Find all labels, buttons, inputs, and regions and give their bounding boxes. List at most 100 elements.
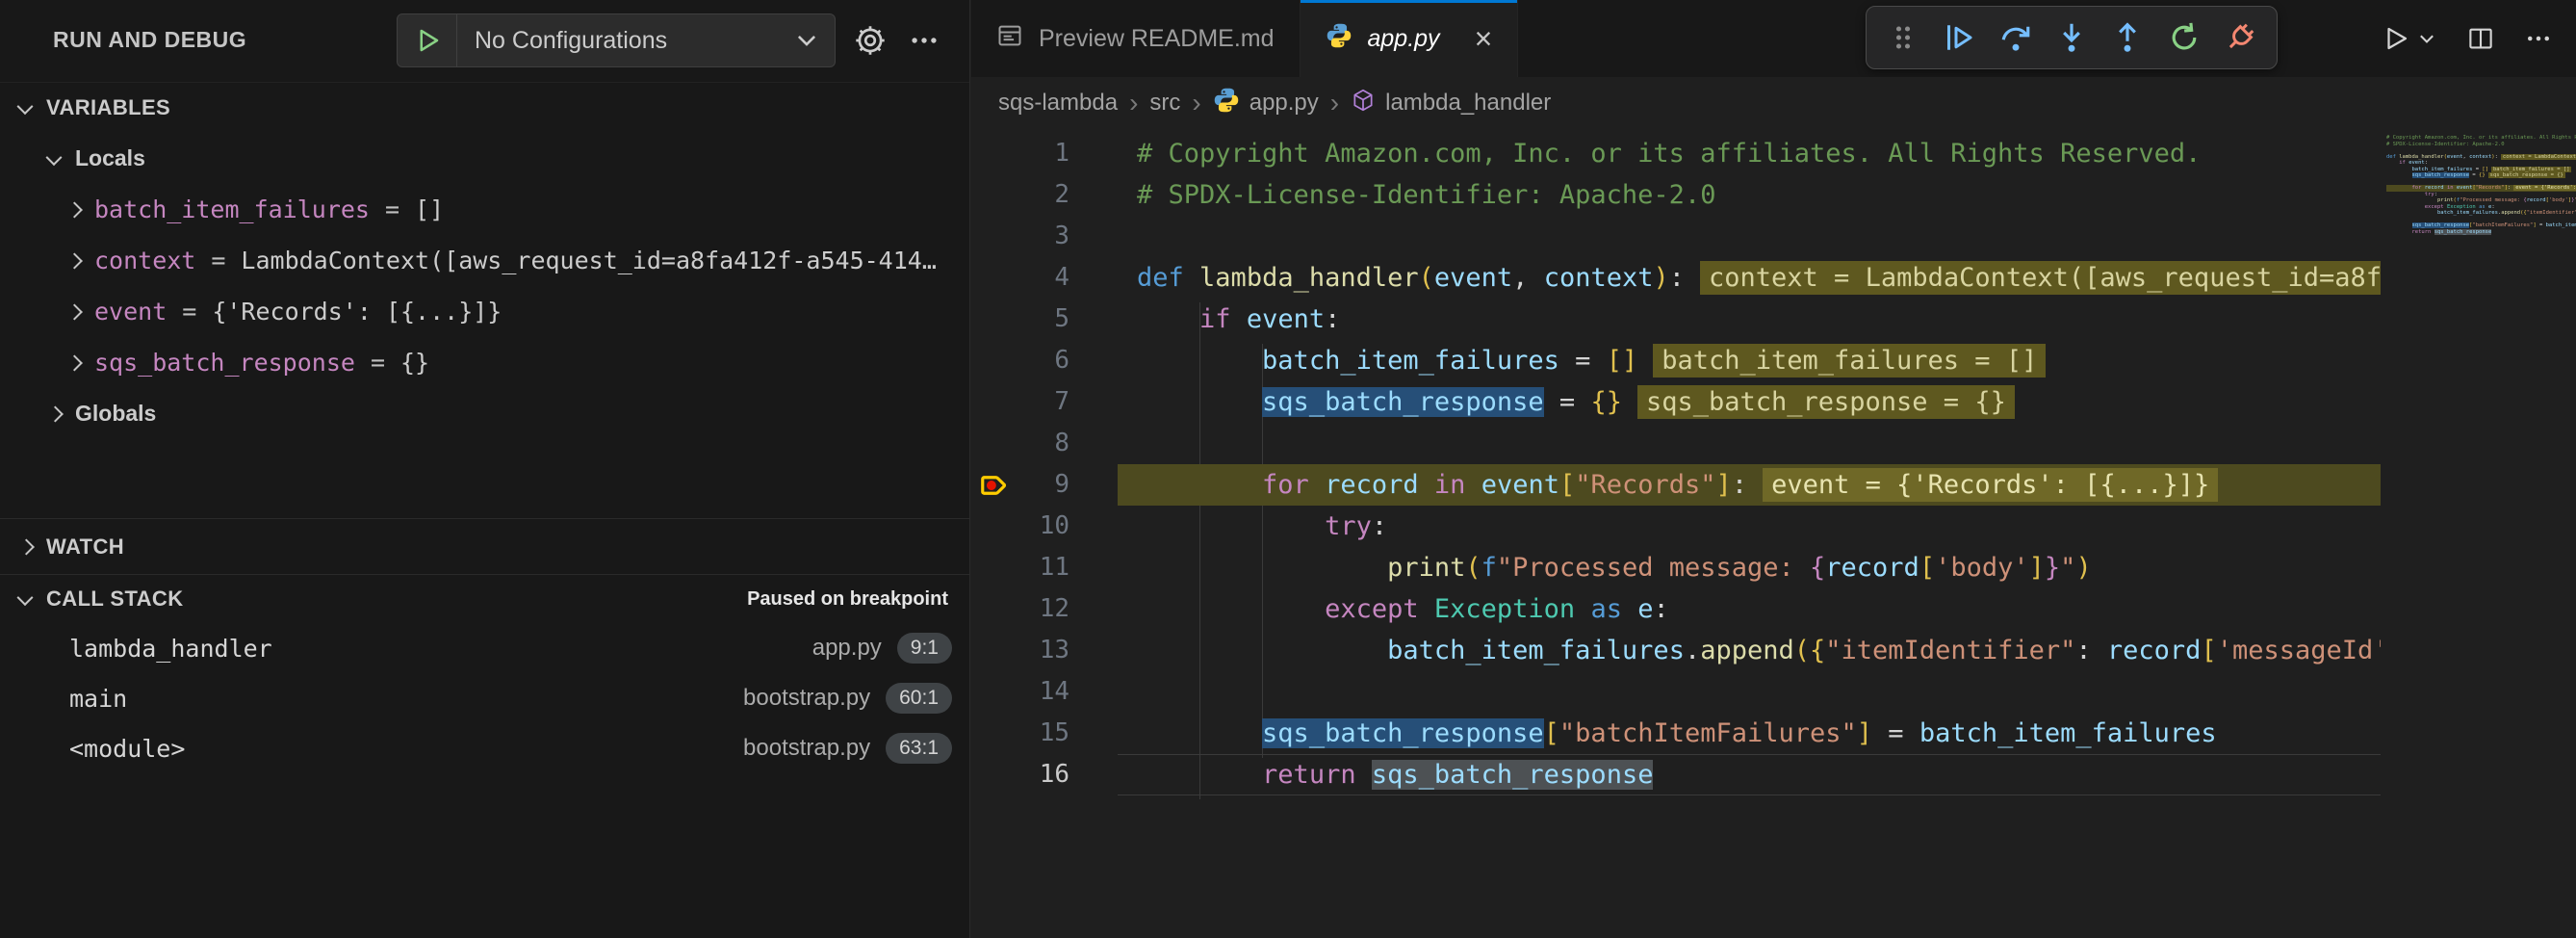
split-editor-button[interactable] bbox=[2457, 13, 2505, 64]
code-token: { bbox=[1810, 553, 1825, 583]
code-line[interactable]: 3 bbox=[971, 216, 2576, 257]
scope-locals[interactable]: Locals bbox=[0, 133, 969, 184]
breakpoint-margin[interactable] bbox=[971, 506, 1021, 547]
close-icon[interactable]: × bbox=[1475, 23, 1493, 54]
code-line[interactable]: 9 for record in event["Records"]:event =… bbox=[971, 464, 2576, 506]
breakpoint-margin[interactable] bbox=[971, 588, 1021, 630]
breakpoint-margin[interactable] bbox=[971, 216, 1021, 257]
frame-position-badge: 60:1 bbox=[886, 683, 952, 714]
gear-icon[interactable] bbox=[849, 19, 891, 62]
breakpoint-margin[interactable] bbox=[971, 299, 1021, 340]
code-token bbox=[1137, 470, 1262, 500]
watch-section-header[interactable]: WATCH bbox=[0, 518, 969, 575]
python-icon bbox=[1213, 87, 1240, 120]
call-stack-section-header[interactable]: CALL STACK Paused on breakpoint bbox=[0, 575, 969, 623]
disconnect-button[interactable] bbox=[2219, 14, 2261, 61]
tab-app-py[interactable]: app.py× bbox=[1301, 0, 1519, 77]
code-token: batch_item_failures bbox=[1262, 346, 1559, 376]
code-token: : bbox=[1732, 470, 1747, 500]
variables-section-header[interactable]: VARIABLES bbox=[0, 83, 969, 133]
step-into-button[interactable] bbox=[2050, 14, 2093, 61]
code-line[interactable]: 12 except Exception as e: bbox=[971, 588, 2576, 630]
code-line[interactable]: 8 bbox=[971, 423, 2576, 464]
minimap-token: sqs_batch_response bbox=[2434, 229, 2492, 235]
minimap-token: context bbox=[2469, 154, 2491, 160]
breadcrumb-item-app-py[interactable]: app.py bbox=[1213, 87, 1319, 120]
code-token bbox=[1356, 760, 1372, 790]
code-line[interactable]: 16 return sqs_batch_response bbox=[971, 754, 2576, 795]
scope-globals[interactable]: Globals bbox=[0, 388, 969, 439]
breakpoint-margin[interactable] bbox=[971, 754, 1021, 795]
inline-debug-value: event = {'Records': [{...}]} bbox=[1763, 468, 2218, 502]
code-line-content bbox=[1118, 671, 2381, 713]
breakpoint-margin[interactable] bbox=[971, 174, 1021, 216]
chevron-down-icon bbox=[46, 149, 63, 166]
frame-position-badge: 9:1 bbox=[897, 633, 952, 664]
breadcrumb-item-src[interactable]: src bbox=[1149, 90, 1180, 117]
breadcrumb-item-lambda-handler[interactable]: lambda_handler bbox=[1351, 88, 1551, 119]
debug-config-label: No Configurations bbox=[457, 27, 779, 55]
code-token: ( bbox=[1419, 263, 1434, 293]
code-line[interactable]: 11 print(f"Processed message: {record['b… bbox=[971, 547, 2576, 588]
breakpoint-paused-icon[interactable] bbox=[971, 464, 1021, 506]
breadcrumb-separator: › bbox=[1129, 88, 1138, 118]
frame-file: app.py bbox=[812, 635, 882, 662]
continue-button[interactable] bbox=[1938, 14, 1980, 61]
code-token: as bbox=[1590, 594, 1622, 624]
breakpoint-margin[interactable] bbox=[971, 671, 1021, 713]
restart-button[interactable] bbox=[2163, 14, 2205, 61]
code-line[interactable]: 5 if event: bbox=[971, 299, 2576, 340]
run-button[interactable] bbox=[2372, 13, 2447, 64]
minimap-token: 'body' bbox=[2549, 197, 2568, 203]
code-line[interactable]: 10 try: bbox=[971, 506, 2576, 547]
frame-name: main bbox=[69, 685, 127, 713]
minimap[interactable]: # Copyright Amazon.com, Inc. or its affi… bbox=[2381, 129, 2576, 938]
variable-row[interactable]: batch_item_failures=[] bbox=[0, 184, 969, 235]
code-line[interactable]: 1# Copyright Amazon.com, Inc. or its aff… bbox=[971, 133, 2576, 174]
code-line[interactable]: 14 bbox=[971, 671, 2576, 713]
stack-frame-row[interactable]: lambda_handlerapp.py9:1 bbox=[0, 623, 969, 673]
code-token: [ bbox=[1544, 718, 1559, 748]
breakpoint-margin[interactable] bbox=[971, 381, 1021, 423]
step-over-button[interactable] bbox=[1995, 14, 2037, 61]
breakpoint-margin[interactable] bbox=[971, 547, 1021, 588]
drag-handle[interactable] bbox=[1882, 14, 1924, 61]
variable-row[interactable]: event={'Records': [{...}]} bbox=[0, 286, 969, 337]
breakpoint-margin[interactable] bbox=[971, 630, 1021, 671]
minimap-token bbox=[2386, 222, 2412, 228]
code-token: = bbox=[1544, 387, 1591, 417]
breakpoint-margin[interactable] bbox=[971, 713, 1021, 754]
breakpoint-margin[interactable] bbox=[971, 340, 1021, 381]
breakpoint-margin[interactable] bbox=[971, 257, 1021, 299]
code-line[interactable]: 13 batch_item_failures.append({"itemIden… bbox=[971, 630, 2576, 671]
breadcrumb-label: sqs-lambda bbox=[998, 90, 1118, 117]
code-line[interactable]: 7 sqs_batch_response = {}sqs_batch_respo… bbox=[971, 381, 2576, 423]
code-line[interactable]: 2# SPDX-License-Identifier: Apache-2.0 bbox=[971, 174, 2576, 216]
variable-name: event bbox=[94, 298, 167, 326]
code-token bbox=[1137, 511, 1325, 541]
minimap-token bbox=[2386, 160, 2399, 166]
code-editor[interactable]: 1# Copyright Amazon.com, Inc. or its aff… bbox=[971, 129, 2576, 938]
debug-config-dropdown[interactable]: No Configurations bbox=[397, 13, 836, 67]
code-token: [ bbox=[1919, 553, 1935, 583]
debug-toolbar[interactable] bbox=[1866, 6, 2278, 69]
tab-preview-readme-md[interactable]: Preview README.md bbox=[971, 0, 1301, 77]
stack-frame-row[interactable]: mainbootstrap.py60:1 bbox=[0, 673, 969, 723]
code-token bbox=[1309, 470, 1325, 500]
breakpoint-margin[interactable] bbox=[971, 423, 1021, 464]
breakpoint-margin[interactable] bbox=[971, 133, 1021, 174]
minimap-token: record bbox=[2425, 185, 2444, 191]
variable-row[interactable]: context=LambdaContext([aws_request_id=a8… bbox=[0, 235, 969, 286]
start-debugging-icon[interactable] bbox=[398, 14, 457, 66]
stack-frame-row[interactable]: <module>bootstrap.py63:1 bbox=[0, 723, 969, 773]
step-out-button[interactable] bbox=[2106, 14, 2149, 61]
code-token bbox=[1137, 387, 1262, 417]
code-line[interactable]: 6 batch_item_failures = []batch_item_fai… bbox=[971, 340, 2576, 381]
code-line[interactable]: 15 sqs_batch_response["batchItemFailures… bbox=[971, 713, 2576, 754]
more-actions-button[interactable] bbox=[2514, 13, 2563, 64]
variable-row[interactable]: sqs_batch_response={} bbox=[0, 337, 969, 388]
breadcrumb-item-sqs-lambda[interactable]: sqs-lambda bbox=[998, 90, 1118, 117]
more-actions-icon[interactable] bbox=[903, 19, 945, 62]
code-token: return bbox=[1262, 760, 1356, 790]
code-line[interactable]: 4def lambda_handler(event, context):cont… bbox=[971, 257, 2576, 299]
